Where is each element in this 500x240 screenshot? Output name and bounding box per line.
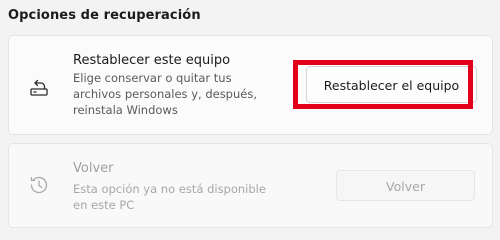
reset-pc-icon bbox=[27, 76, 51, 100]
reset-pc-card: Restablecer este equipo Elige conservar … bbox=[8, 35, 493, 135]
reset-pc-title: Restablecer este equipo bbox=[73, 53, 231, 68]
go-back-title: Volver bbox=[73, 161, 114, 176]
go-back-card: Volver Esta opción ya no está disponible… bbox=[8, 143, 493, 228]
section-title: Opciones de recuperación bbox=[8, 8, 201, 23]
history-clock-icon bbox=[27, 173, 51, 197]
go-back-button[interactable]: Volver bbox=[336, 170, 475, 201]
reset-pc-button[interactable]: Restablecer el equipo bbox=[306, 66, 477, 103]
go-back-description: Esta opción ya no está disponible en est… bbox=[73, 182, 266, 212]
reset-pc-description: Elige conservar o quitar tus archivos pe… bbox=[73, 71, 257, 117]
